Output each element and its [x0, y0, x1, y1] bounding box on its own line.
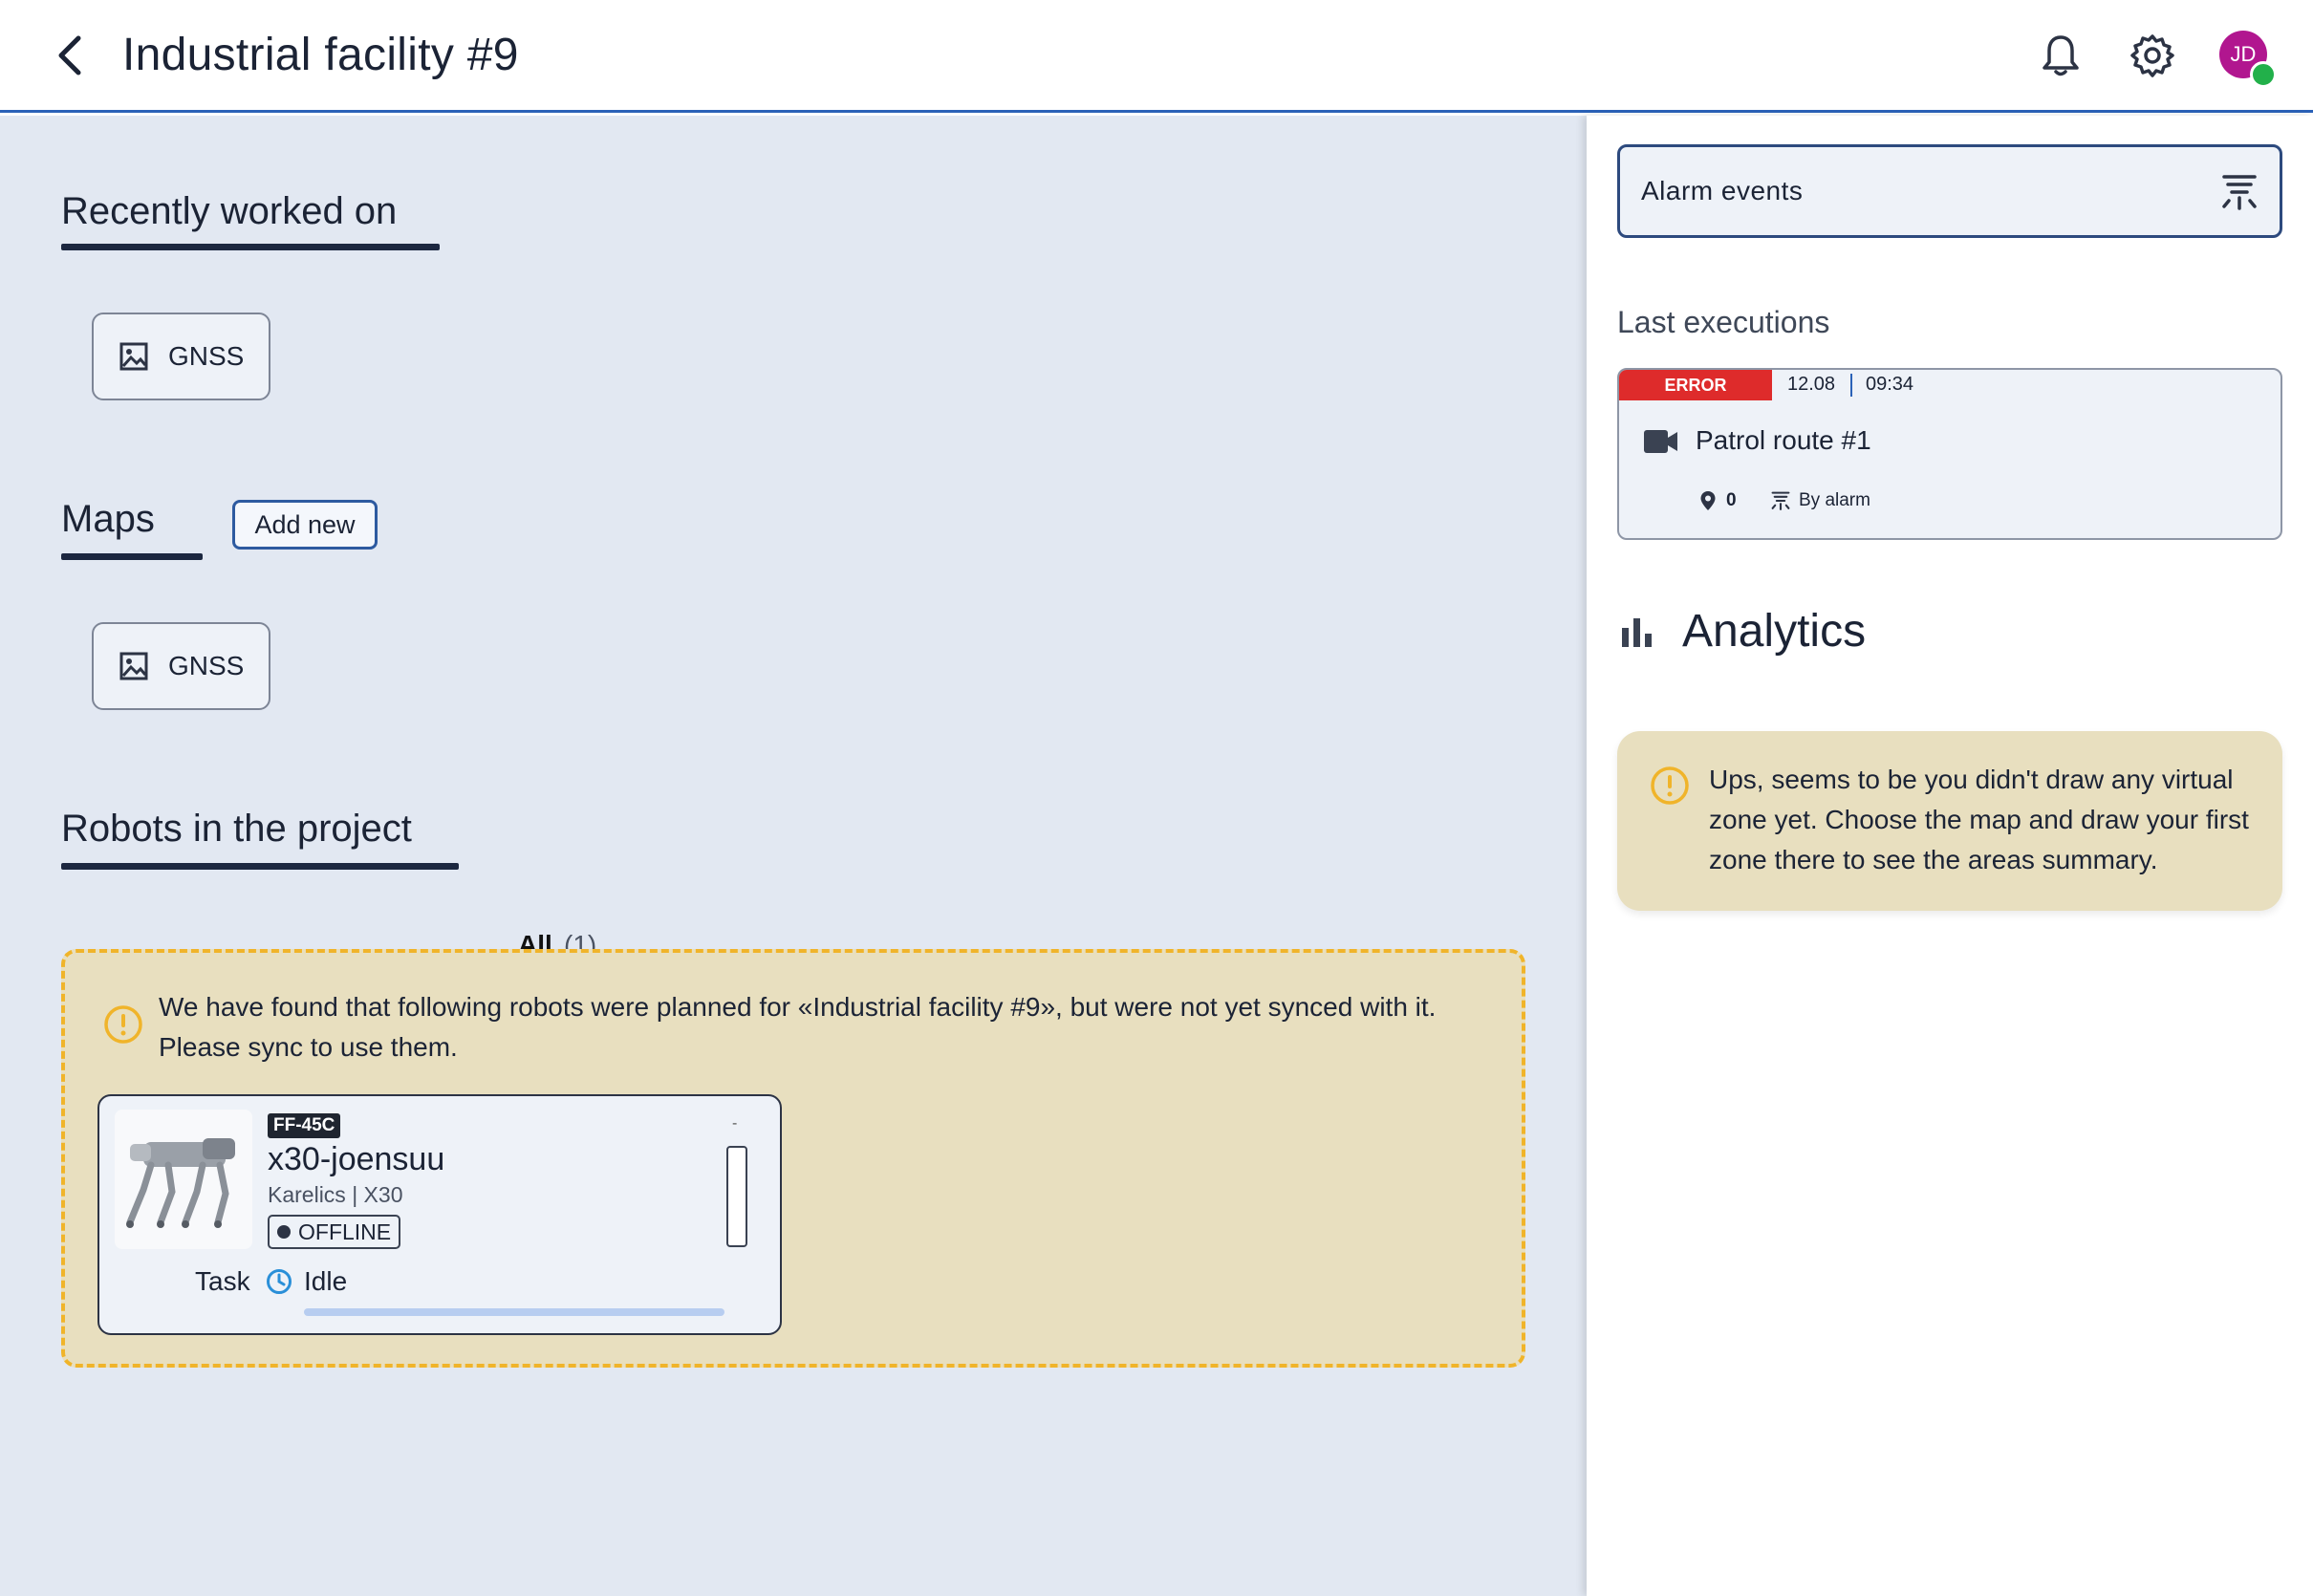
main-content: Recently worked on GNSS Maps Add new GNS…	[0, 116, 1587, 1596]
warning-icon	[1651, 766, 1689, 805]
analytics-title: Analytics	[1682, 606, 1867, 657]
bell-icon	[2043, 35, 2079, 76]
app-header: Industrial facility #9 JD	[0, 0, 2313, 113]
recent-map-label: GNSS	[168, 341, 245, 371]
chevron-left-icon	[58, 35, 81, 75]
robots-underline	[61, 863, 459, 870]
location-pin-icon	[1700, 491, 1716, 510]
execution-trigger: By alarm	[1799, 490, 1870, 510]
battery-icon	[726, 1146, 747, 1247]
maps-underline	[61, 553, 203, 560]
map-image-icon	[119, 652, 148, 680]
task-label: Task	[195, 1266, 250, 1296]
alarm-events-label: Alarm events	[1641, 176, 1804, 205]
execution-status-badge: ERROR	[1619, 370, 1772, 400]
clock-icon	[267, 1269, 292, 1294]
warning-message: We have found that following robots were…	[159, 992, 1437, 1062]
robot-card[interactable]: FF-45C x30-joensuu Karelics | X30 OFFLIN…	[97, 1094, 782, 1335]
status-badge: OFFLINE	[268, 1215, 401, 1249]
settings-button[interactable]	[2126, 29, 2179, 82]
recently-worked-title: Recently worked on	[61, 190, 398, 232]
execution-name: Patrol route #1	[1696, 425, 1871, 455]
right-panel: Alarm events Last executions ERROR 12.08…	[1587, 116, 2313, 1596]
last-executions-title: Last executions	[1617, 305, 1830, 339]
execution-card[interactable]: ERROR 12.08 09:34 Patrol route #1 0 By a…	[1617, 368, 2282, 540]
notifications-button[interactable]	[2034, 29, 2087, 82]
robot-dog-icon	[126, 1138, 235, 1228]
robot-image	[115, 1110, 252, 1249]
map-chip-label: GNSS	[168, 651, 245, 680]
online-status-dot	[2250, 61, 2277, 88]
maps-title: Maps	[61, 498, 155, 540]
recently-worked-underline	[61, 244, 440, 250]
warning-icon	[104, 1005, 142, 1044]
gear-icon	[2130, 34, 2174, 77]
execution-date-separator	[1850, 374, 1852, 397]
execution-date: 12.08	[1787, 374, 1836, 395]
map-image-icon	[119, 342, 148, 371]
robot-tag: FF-45C	[268, 1113, 341, 1138]
bar-chart-icon	[1622, 618, 1652, 647]
video-camera-icon	[1644, 430, 1677, 453]
battery-level-text: -	[732, 1115, 738, 1132]
add-map-button[interactable]: Add new	[232, 500, 378, 550]
unsynced-robots-warning: We have found that following robots were…	[61, 949, 1525, 1368]
analytics-empty-message: Ups, seems to be you didn't draw any vir…	[1617, 731, 2282, 911]
page-title: Industrial facility #9	[122, 30, 519, 80]
alarm-events-field[interactable]: Alarm events	[1617, 144, 2282, 238]
status-text: OFFLINE	[298, 1219, 392, 1244]
alarm-light-icon	[2222, 175, 2257, 210]
execution-points-count: 0	[1726, 490, 1737, 510]
robots-title: Robots in the project	[61, 808, 412, 850]
alarm-light-icon	[1771, 491, 1790, 510]
execution-time: 09:34	[1866, 374, 1914, 395]
robot-subtitle: Karelics | X30	[268, 1182, 403, 1207]
task-progress-bar	[304, 1308, 724, 1316]
recent-map-chip[interactable]: GNSS	[92, 313, 270, 400]
analytics-message-text: Ups, seems to be you didn't draw any vir…	[1709, 765, 2249, 874]
robot-name: x30-joensuu	[268, 1141, 445, 1177]
status-dot-icon	[277, 1225, 291, 1239]
task-value: Idle	[304, 1266, 348, 1296]
map-chip[interactable]: GNSS	[92, 622, 270, 710]
back-button[interactable]	[46, 29, 92, 82]
